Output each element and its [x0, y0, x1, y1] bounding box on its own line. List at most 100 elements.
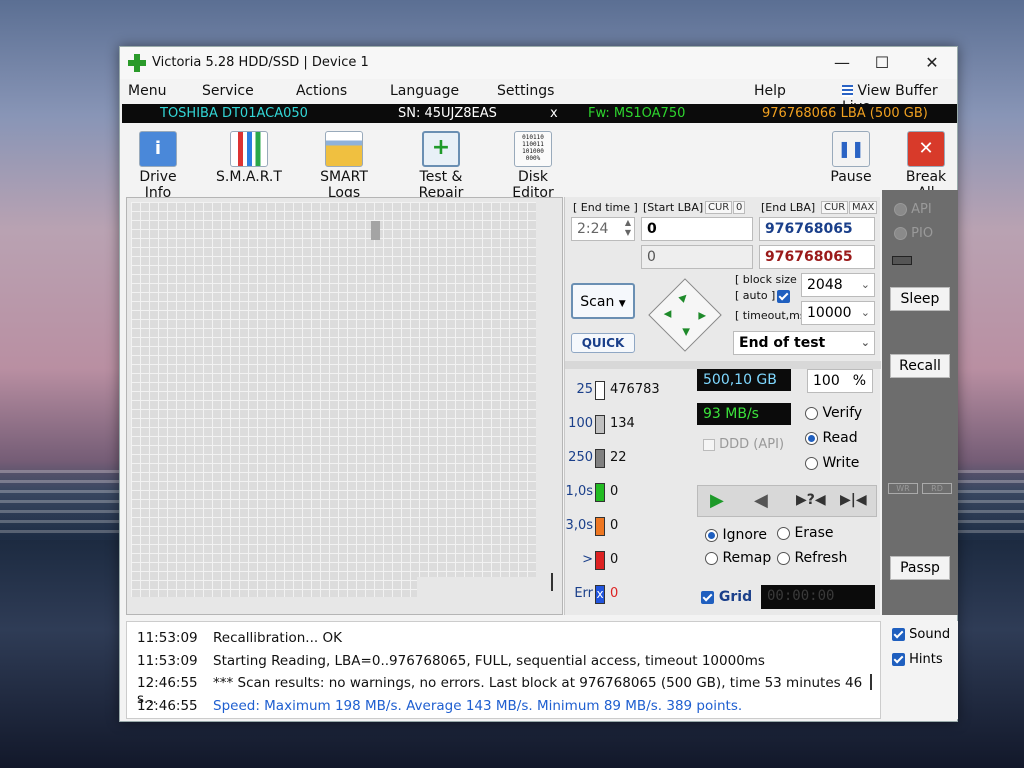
grid-unused-area	[417, 577, 537, 597]
start-lba-field[interactable]: 0	[641, 217, 753, 241]
info-icon: i	[139, 131, 177, 167]
log-text: Speed: Maximum 198 MB/s. Average 143 MB/…	[213, 698, 743, 714]
verify-radio[interactable]: Verify	[805, 405, 862, 421]
spin-arrows-icon[interactable]: ▲ ▼	[625, 218, 631, 238]
quick-button[interactable]: QUICK	[571, 333, 635, 353]
stat-swatch	[595, 381, 605, 400]
stat-label: 25	[576, 382, 593, 397]
pio-radio[interactable]: PIO	[894, 226, 933, 241]
stat-row-1s: 1,0s 0	[565, 481, 675, 505]
scan-button[interactable]: Scan ▼	[571, 283, 635, 319]
menu-item-help[interactable]: Help	[754, 83, 786, 99]
reverse-icon[interactable]: ◀	[754, 490, 768, 511]
end-time-field[interactable]: 2:24 ▲ ▼	[571, 217, 635, 241]
start-lba-current: 0	[641, 245, 753, 269]
grid-scroll-marker[interactable]	[551, 573, 553, 591]
menu-item-settings[interactable]: Settings	[497, 83, 554, 99]
log-text: Recallibration... OK	[213, 630, 342, 646]
refresh-radio[interactable]: Refresh	[777, 550, 847, 566]
start-cur-tag[interactable]: CUR	[705, 201, 733, 214]
drive-close-x[interactable]: x	[550, 104, 558, 123]
stat-count: 0	[610, 518, 619, 533]
end-of-test-select[interactable]: End of test ⌄	[733, 331, 875, 355]
end-lba-label: [End LBA]	[761, 201, 816, 214]
test-repair-button[interactable]: + Test & Repair	[398, 131, 484, 201]
chevron-down-icon: ⌄	[860, 336, 870, 349]
chevron-down-icon: ⌄	[860, 278, 870, 291]
nav-down-arrow-icon[interactable]: ▶	[681, 329, 692, 337]
end-cur-tag[interactable]: CUR	[821, 201, 849, 214]
ddd-api-option[interactable]: DDD (API)	[703, 437, 784, 452]
verify-label: Verify	[822, 405, 863, 421]
recall-button[interactable]: Recall	[890, 354, 950, 378]
write-radio[interactable]: Write	[805, 455, 859, 471]
stat-label: 1,0s	[565, 484, 593, 499]
list-icon	[842, 85, 853, 97]
app-cross-icon	[128, 54, 146, 72]
menu-item-menu[interactable]: Menu	[128, 83, 166, 99]
stat-swatch	[595, 415, 605, 434]
log-time: 11:53:09	[137, 630, 198, 646]
drive-model: TOSHIBA DT01ACA050	[160, 106, 308, 121]
drive-info-button[interactable]: i Drive Info	[126, 131, 190, 201]
maximize-button[interactable]: ☐	[862, 51, 902, 75]
remap-radio[interactable]: Remap	[705, 550, 771, 566]
navigation-pad[interactable]: ▶ ▶ ▶ ▶	[648, 278, 722, 352]
smart-logs-button[interactable]: SMART Logs	[304, 131, 384, 201]
grid-checkbox[interactable]: Grid	[701, 589, 752, 605]
to-end-icon[interactable]: ▶|◀	[840, 492, 867, 508]
menu-item-language[interactable]: Language	[390, 83, 459, 99]
erase-radio[interactable]: Erase	[777, 525, 834, 541]
passp-button[interactable]: Passp	[890, 556, 950, 580]
log-entry: 11:53:09 Starting Reading, LBA=0..9767680…	[137, 653, 765, 669]
pause-button[interactable]: ❚❚ Pause	[826, 131, 876, 185]
play-icon[interactable]: ▶	[710, 490, 724, 511]
minimize-button[interactable]: —	[822, 51, 862, 75]
timer-display: 00:00:00	[761, 585, 875, 609]
disk-editor-button[interactable]: 010110 110011 101000 000% Disk Editor	[499, 131, 567, 201]
sleep-button[interactable]: Sleep	[890, 287, 950, 311]
api-radio[interactable]: API	[894, 202, 932, 217]
timeout-select[interactable]: 10000 ⌄	[801, 301, 875, 325]
led-indicator	[892, 256, 912, 265]
close-button[interactable]: ✕	[912, 51, 952, 75]
skip-icon[interactable]: ▶?◀	[796, 492, 826, 508]
stat-count: 134	[610, 416, 635, 431]
end-lba-max-field: 976768065	[759, 245, 875, 269]
stat-count: 476783	[610, 382, 660, 397]
write-label: Write	[822, 455, 860, 471]
ignore-radio[interactable]: Ignore	[705, 527, 767, 543]
refresh-label: Refresh	[794, 550, 848, 566]
nav-left-arrow-icon[interactable]: ▶	[664, 308, 672, 319]
hints-checkbox[interactable]: Hints	[892, 652, 943, 667]
block-size-select[interactable]: 2048 ⌄	[801, 273, 875, 297]
menu-bar: Menu Service Actions Language Settings H…	[120, 81, 957, 115]
title-bar: Victoria 5.28 HDD/SSD | Device 1 — ☐ ✕	[120, 47, 957, 79]
pause-label: Pause	[830, 169, 872, 185]
start-lba-label: [Start LBA]	[643, 201, 704, 214]
stat-label: 3,0s	[565, 518, 593, 533]
block-size-value: 2048	[807, 277, 843, 293]
menu-item-actions[interactable]: Actions	[296, 83, 347, 99]
grid-label: Grid	[718, 589, 753, 605]
log-time: 11:53:09	[137, 653, 198, 669]
err-x-icon: x	[595, 585, 605, 604]
end-lba-field[interactable]: 976768065	[759, 217, 875, 241]
auto-checkbox[interactable]	[777, 289, 790, 304]
hints-label: Hints	[909, 652, 943, 667]
sound-checkbox[interactable]: Sound	[892, 627, 950, 642]
nav-up-arrow-icon[interactable]: ▶	[677, 291, 690, 304]
end-of-test-value: End of test	[739, 335, 826, 351]
stat-row-100ms: 100 134	[565, 413, 675, 437]
stop-x-icon: ✕	[907, 131, 945, 167]
scan-control-panel: [ End time ] 2:24 ▲ ▼ [Start LBA] CUR 0 0 …	[564, 197, 881, 615]
auto-label: [ auto ]	[735, 289, 776, 302]
start-cur-value: 0	[733, 201, 746, 214]
nav-right-arrow-icon[interactable]: ▶	[699, 311, 707, 322]
end-max-tag[interactable]: MAX	[849, 201, 878, 214]
menu-item-service[interactable]: Service	[202, 83, 254, 99]
smart-button[interactable]: S.M.A.R.T	[216, 131, 282, 185]
log-scroll-marker[interactable]	[870, 674, 872, 690]
percent-value: 100	[813, 373, 840, 389]
read-radio[interactable]: Read	[805, 430, 858, 446]
